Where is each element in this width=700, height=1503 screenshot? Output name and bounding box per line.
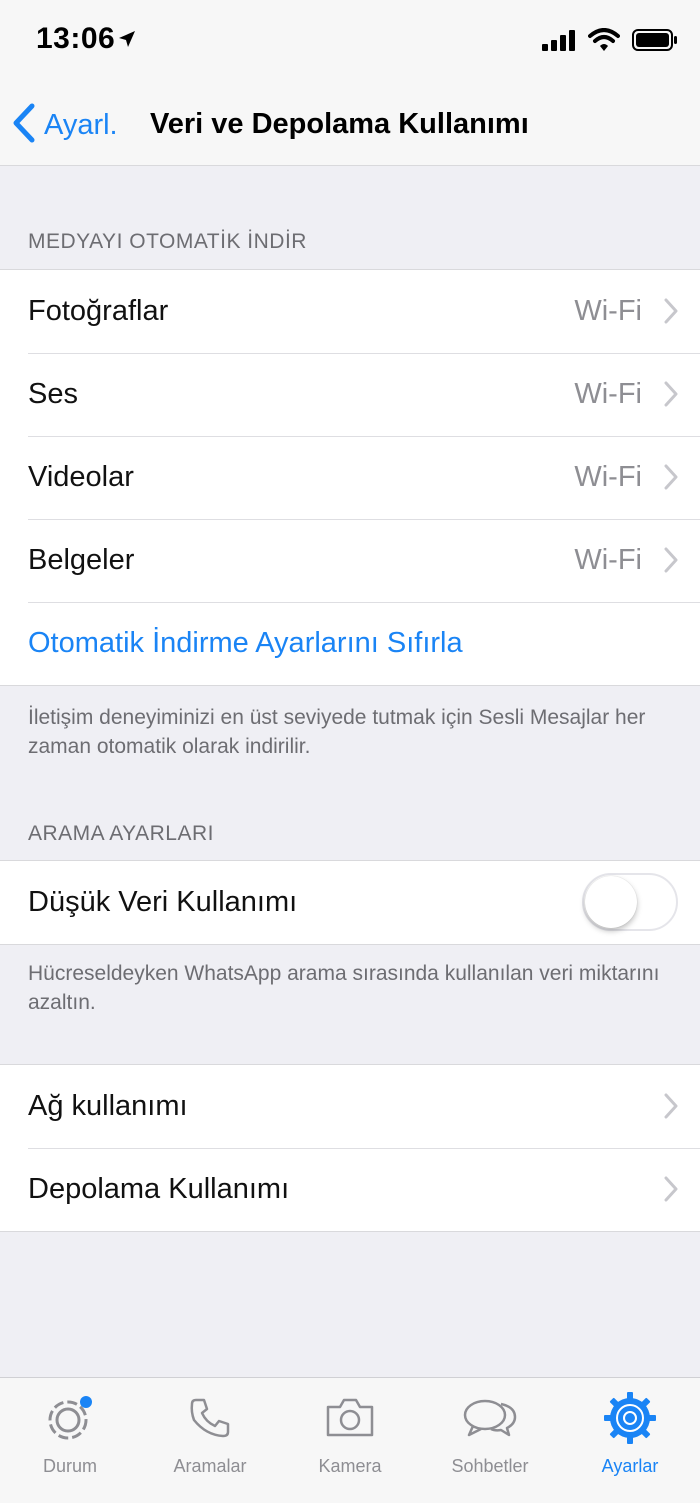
wifi-icon xyxy=(588,28,620,57)
chevron-right-icon xyxy=(664,547,678,578)
tab-bar: Durum Aramalar Kamera Sohbetler Ayarlar xyxy=(0,1377,700,1503)
chevron-right-icon xyxy=(664,1093,678,1124)
row-low-data-usage: Düşük Veri Kullanımı xyxy=(0,861,700,944)
call-settings-footnote: Hücreseldeyken WhatsApp arama sırasında … xyxy=(28,962,660,1014)
row-value: Wi-Fi xyxy=(574,544,642,576)
low-data-usage-toggle[interactable] xyxy=(582,873,678,931)
back-button[interactable]: Ayarl. xyxy=(12,102,118,148)
tab-settings[interactable]: Ayarlar xyxy=(560,1378,700,1503)
location-arrow-icon xyxy=(118,30,136,53)
row-value: Wi-Fi xyxy=(574,378,642,410)
status-bar: 13:06 xyxy=(0,0,700,84)
status-time: 13:06 xyxy=(36,22,116,55)
row-documents[interactable]: Belgeler Wi-Fi xyxy=(0,519,700,602)
screen: 13:06 Ayarl. Veri ve Depolama Kullanımı … xyxy=(0,0,700,1503)
row-label: Ses xyxy=(28,378,78,410)
chats-icon xyxy=(460,1390,520,1446)
status-icon xyxy=(40,1390,100,1446)
section-header-auto-download: MEDYAYI OTOMATİK İNDİR xyxy=(28,230,307,253)
reset-auto-download-label: Otomatik İndirme Ayarlarını Sıfırla xyxy=(28,627,463,659)
row-value: Wi-Fi xyxy=(574,295,642,327)
row-videos[interactable]: Videolar Wi-Fi xyxy=(0,436,700,519)
tab-camera[interactable]: Kamera xyxy=(280,1378,420,1503)
page-title: Veri ve Depolama Kullanımı xyxy=(150,108,529,140)
chevron-right-icon xyxy=(664,381,678,412)
row-label: Ağ kullanımı xyxy=(28,1090,188,1122)
row-value: Wi-Fi xyxy=(574,461,642,493)
row-label: Depolama Kullanımı xyxy=(28,1173,290,1205)
back-label: Ayarl. xyxy=(44,108,118,141)
row-photos[interactable]: Fotoğraflar Wi-Fi xyxy=(0,270,700,353)
row-label: Belgeler xyxy=(28,544,135,576)
tab-label: Ayarlar xyxy=(601,1456,659,1476)
tab-label: Kamera xyxy=(318,1456,382,1476)
battery-icon xyxy=(632,29,678,56)
call-settings-group: Düşük Veri Kullanımı xyxy=(0,860,700,945)
navigation-bar: Ayarl. Veri ve Depolama Kullanımı xyxy=(0,84,700,166)
tab-status[interactable]: Durum xyxy=(0,1378,140,1503)
camera-icon xyxy=(320,1390,380,1446)
phone-icon xyxy=(180,1390,240,1446)
chevron-right-icon xyxy=(664,298,678,329)
tab-label: Aramalar xyxy=(173,1456,247,1476)
row-label: Düşük Veri Kullanımı xyxy=(28,886,298,918)
row-label: Videolar xyxy=(28,461,134,493)
tab-chats[interactable]: Sohbetler xyxy=(420,1378,560,1503)
chevron-left-icon xyxy=(12,103,36,148)
row-storage-usage[interactable]: Depolama Kullanımı xyxy=(0,1148,700,1231)
tab-calls[interactable]: Aramalar xyxy=(140,1378,280,1503)
toggle-knob xyxy=(585,876,637,928)
section-header-call-settings: ARAMA AYARLARI xyxy=(28,822,214,845)
chevron-right-icon xyxy=(664,464,678,495)
chevron-right-icon xyxy=(664,1176,678,1207)
reset-auto-download-button[interactable]: Otomatik İndirme Ayarlarını Sıfırla xyxy=(0,602,700,685)
settings-gear-icon xyxy=(600,1390,660,1446)
row-label: Fotoğraflar xyxy=(28,295,169,327)
auto-download-group: Fotoğraflar Wi-Fi Ses Wi-Fi Videolar Wi-… xyxy=(0,269,700,686)
row-audio[interactable]: Ses Wi-Fi xyxy=(0,353,700,436)
tab-label: Sohbetler xyxy=(451,1456,529,1476)
usage-group: Ağ kullanımı Depolama Kullanımı xyxy=(0,1064,700,1232)
cellular-signal-icon xyxy=(542,29,576,56)
tab-label: Durum xyxy=(42,1456,97,1476)
status-indicators xyxy=(542,28,678,57)
auto-download-footnote: İletişim deneyiminizi en üst seviyede tu… xyxy=(28,706,646,758)
row-network-usage[interactable]: Ağ kullanımı xyxy=(0,1065,700,1148)
